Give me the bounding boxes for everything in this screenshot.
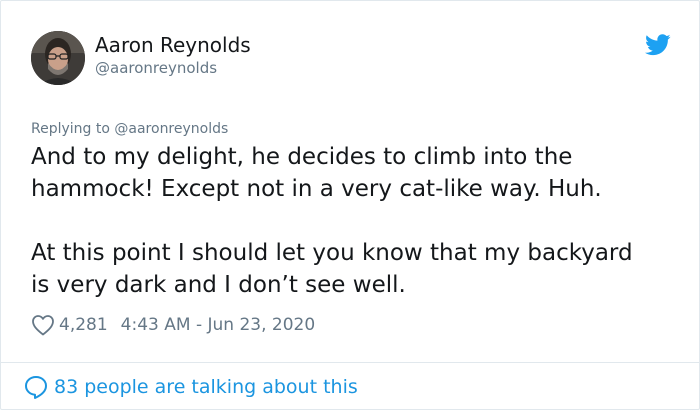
tweet-header: Aaron Reynolds @aaronreynolds xyxy=(31,30,671,88)
reply-mention-link[interactable]: @aaronreynolds xyxy=(114,121,228,137)
author-handle[interactable]: @aaronreynolds xyxy=(95,58,217,78)
reply-context: Replying to @aaronreynolds xyxy=(31,119,228,139)
speech-bubble-icon xyxy=(23,374,49,400)
conversation-link-label[interactable]: 83 people are talking about this xyxy=(54,376,358,398)
twitter-bird-icon[interactable] xyxy=(645,34,671,56)
tweet-timestamp[interactable]: 4:43 AM - Jun 23, 2020 xyxy=(121,315,316,335)
reply-context-prefix: Replying to xyxy=(31,121,110,137)
footer-divider xyxy=(1,362,699,363)
like-count[interactable]: 4,281 xyxy=(59,315,108,335)
heart-outline-icon[interactable] xyxy=(31,314,55,336)
tweet-paragraph: At this point I should let you know that… xyxy=(31,240,633,298)
tweet-embed-card: Aaron Reynolds @aaronreynolds Replying t… xyxy=(0,0,700,410)
author-name[interactable]: Aaron Reynolds xyxy=(95,32,251,58)
conversation-link[interactable]: 83 people are talking about this xyxy=(23,372,358,402)
tweet-text: And to my delight, he decides to climb i… xyxy=(31,141,681,301)
tweet-meta: 4,281 4:43 AM - Jun 23, 2020 xyxy=(31,312,315,338)
avatar[interactable] xyxy=(31,31,85,85)
tweet-paragraph: And to my delight, he decides to climb i… xyxy=(31,144,602,202)
